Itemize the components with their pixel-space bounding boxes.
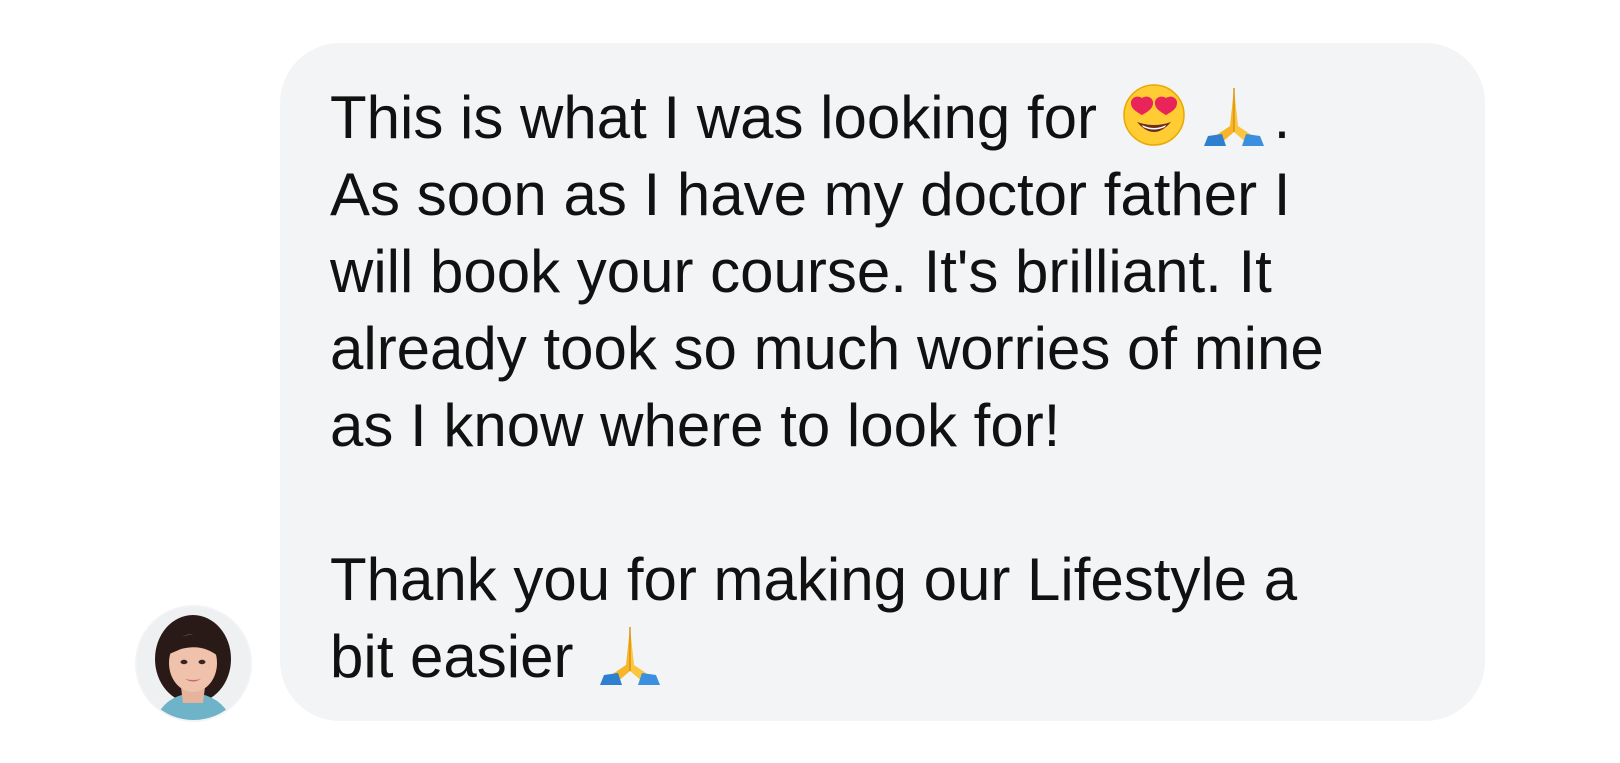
avatar-photo [137, 607, 250, 720]
message-line-7: bit easier [330, 623, 591, 690]
message-bubble[interactable]: This is what I was looking for . As soon… [280, 43, 1485, 721]
message-line-5: as I know where to look for! [330, 392, 1061, 459]
message-line-6: Thank you for making our Lifestyle a [330, 546, 1298, 613]
message-line-4: already took so much worries of mine [330, 315, 1324, 382]
message-line-1: This is what I was looking for [330, 84, 1114, 151]
message-line-1-end: . [1273, 84, 1291, 151]
message-text: This is what I was looking for . As soon… [330, 79, 1435, 695]
message-line-2: As soon as I have my doctor father I [330, 161, 1291, 228]
sender-avatar[interactable] [137, 607, 250, 720]
message-line-3: will book your course. It's brilliant. I… [330, 238, 1272, 305]
folded-hands-emoji-icon [596, 621, 664, 687]
folded-hands-emoji-icon [1200, 82, 1268, 148]
heart-eyes-emoji-icon [1120, 82, 1188, 148]
